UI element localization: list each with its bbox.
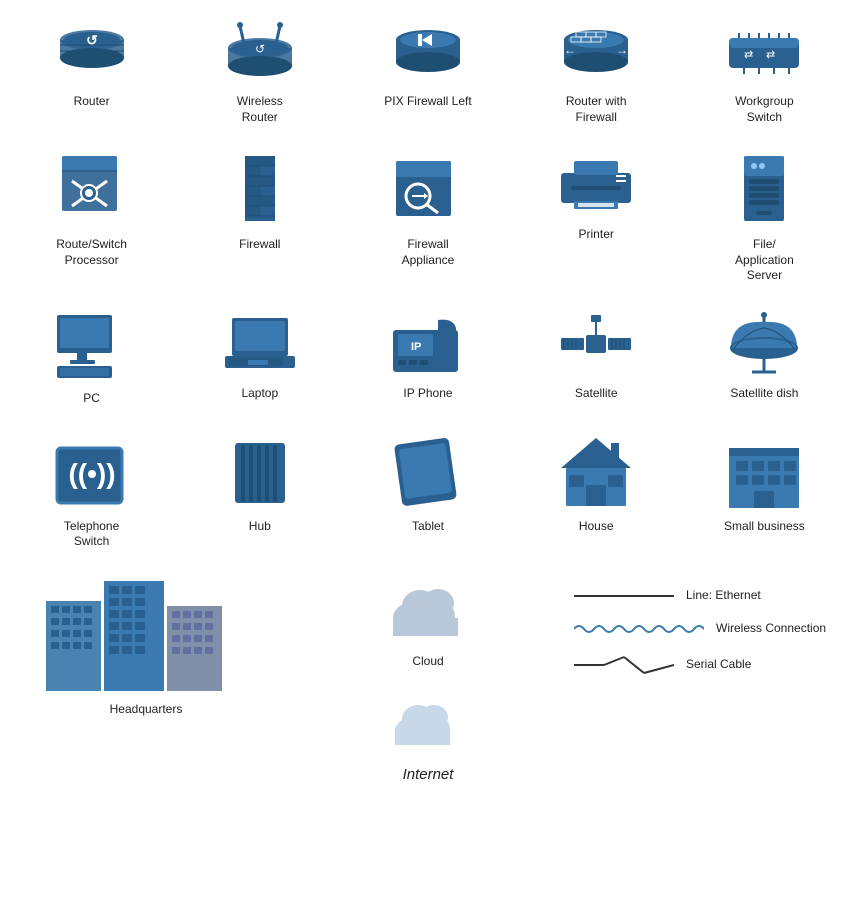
satellite-cell: Satellite: [515, 302, 678, 415]
file-server-label: File/ApplicationServer: [735, 237, 794, 284]
printer-cell: Printer: [515, 143, 678, 292]
laptop-icon: [220, 310, 300, 380]
row2: Route/SwitchProcessor F: [10, 143, 846, 292]
ethernet-label: Line: Ethernet: [686, 588, 761, 604]
pix-firewall-cell: PIX Firewall Left: [346, 10, 509, 133]
router-with-firewall-icon: → ←: [556, 18, 636, 88]
tablet-cell: Tablet: [346, 425, 509, 558]
satellite-dish-icon: [724, 310, 804, 380]
hub-cell: Hub: [178, 425, 341, 558]
row1: ↺ Router ↺ WirelessRouter: [10, 10, 846, 133]
svg-text:IP: IP: [411, 341, 421, 353]
svg-text:↺: ↺: [255, 42, 265, 56]
file-server-cell: File/ApplicationServer: [683, 143, 846, 292]
laptop-label: Laptop: [241, 386, 278, 402]
svg-text:⇄: ⇄: [766, 49, 775, 61]
wireless-label: Wireless Connection: [716, 621, 826, 637]
route-switch-processor-cell: Route/SwitchProcessor: [10, 143, 173, 292]
firewall-icon: [230, 151, 290, 231]
workgroup-switch-label: WorkgroupSwitch: [735, 94, 793, 125]
satellite-dish-label: Satellite dish: [730, 386, 798, 402]
printer-icon: [556, 151, 636, 221]
wireless-router-label: WirelessRouter: [237, 94, 283, 125]
hub-icon: [225, 433, 295, 513]
ethernet-line: [574, 595, 674, 597]
pc-cell: PC: [10, 302, 173, 415]
cloud-icon: [378, 578, 478, 648]
svg-text:↺: ↺: [86, 32, 98, 48]
legend-section: Line: Ethernet Wireless Connection: [574, 568, 846, 785]
ip-phone-label: IP Phone: [403, 386, 452, 402]
internet-cell: Internet: [378, 689, 478, 785]
row4: ((•)) TelephoneSwitch Hub Tablet: [10, 425, 846, 558]
telephone-switch-cell: ((•)) TelephoneSwitch: [10, 425, 173, 558]
cloud-label: Cloud: [412, 654, 443, 670]
file-server-icon: [734, 151, 794, 231]
pc-icon: [52, 310, 132, 385]
router-with-firewall-cell: → ← Router withFirewall: [515, 10, 678, 133]
telephone-switch-icon: ((•)): [52, 433, 132, 513]
wireless-line-icon: [574, 622, 704, 636]
headquarters-cell: Headquarters: [10, 568, 282, 785]
router-label: Router: [74, 94, 110, 110]
wireless-router-icon: ↺: [220, 18, 300, 88]
workgroup-switch-icon: ⇄ ⇄: [724, 18, 804, 88]
satellite-label: Satellite: [575, 386, 618, 402]
row3: PC Laptop IP IP: [10, 302, 846, 415]
tablet-label: Tablet: [412, 519, 444, 535]
router-cell: ↺ Router: [10, 10, 173, 133]
firewall-label: Firewall: [239, 237, 280, 253]
house-icon: [556, 433, 636, 513]
workgroup-switch-cell: ⇄ ⇄ WorkgroupSwitch: [683, 10, 846, 133]
firewall-appliance-icon: [388, 151, 468, 231]
internet-label: Internet: [403, 765, 454, 785]
printer-label: Printer: [579, 227, 614, 243]
headquarters-label: Headquarters: [110, 702, 183, 718]
small-business-icon: [724, 433, 804, 513]
pix-firewall-label: PIX Firewall Left: [384, 94, 471, 110]
serial-label: Serial Cable: [686, 657, 751, 673]
svg-text:←: ←: [564, 43, 576, 57]
svg-text:⇄: ⇄: [744, 49, 753, 61]
small-business-cell: Small business: [683, 425, 846, 558]
house-label: House: [579, 519, 614, 535]
cloud-internet-section: Cloud Internet: [292, 568, 564, 785]
small-business-label: Small business: [724, 519, 805, 535]
tablet-icon: [388, 433, 468, 513]
cloud-cell: Cloud: [378, 578, 478, 670]
router-icon: ↺: [52, 18, 132, 88]
laptop-cell: Laptop: [178, 302, 341, 415]
satellite-dish-cell: Satellite dish: [683, 302, 846, 415]
bottom-section: Headquarters Cloud Internet: [10, 568, 846, 785]
wireless-router-cell: ↺ WirelessRouter: [178, 10, 341, 133]
firewall-cell: Firewall: [178, 143, 341, 292]
route-switch-processor-label: Route/SwitchProcessor: [56, 237, 127, 268]
firewall-appliance-cell: FirewallAppliance: [346, 143, 509, 292]
pc-label: PC: [83, 391, 100, 407]
serial-cable-icon: [574, 655, 674, 675]
svg-text:→: →: [616, 43, 628, 57]
route-switch-processor-icon: [52, 151, 132, 231]
firewall-appliance-label: FirewallAppliance: [402, 237, 455, 268]
svg-text:((•)): ((•)): [68, 458, 115, 489]
ethernet-legend: Line: Ethernet: [574, 588, 846, 604]
ip-phone-cell: IP IP Phone: [346, 302, 509, 415]
router-with-firewall-label: Router withFirewall: [566, 94, 627, 125]
satellite-icon: [556, 310, 636, 380]
pix-firewall-icon: [388, 18, 468, 88]
house-cell: House: [515, 425, 678, 558]
ip-phone-icon: IP: [388, 310, 468, 380]
headquarters-icon: [46, 576, 246, 696]
telephone-switch-label: TelephoneSwitch: [64, 519, 119, 550]
internet-icon: [378, 689, 478, 759]
wireless-legend: Wireless Connection: [574, 621, 846, 637]
serial-legend: Serial Cable: [574, 655, 846, 675]
hub-label: Hub: [249, 519, 271, 535]
